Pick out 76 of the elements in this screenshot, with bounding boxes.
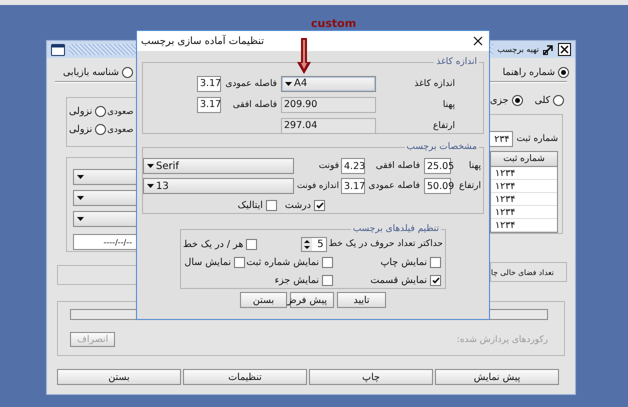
number-field[interactable]: 3.17: [197, 96, 221, 112]
check-icon: [316, 202, 324, 208]
dropdown[interactable]: [73, 169, 137, 185]
dropdown[interactable]: [73, 190, 137, 206]
paper-size-dropdown[interactable]: A4: [281, 76, 376, 92]
processed-label: رکوردهای پردازش شده:: [456, 334, 548, 344]
caret-icon: [77, 175, 84, 179]
caret-icon: [285, 82, 292, 86]
close-icon[interactable]: [558, 43, 571, 56]
label: فونت: [318, 161, 339, 171]
label: اندازه کاغذ: [413, 78, 455, 88]
window-icon: [51, 44, 65, 56]
max-chars-spinner[interactable]: 5: [300, 236, 327, 252]
annotation-label: custom: [311, 17, 356, 30]
number-field[interactable]: 3.17: [341, 178, 365, 194]
caret-icon: [77, 196, 84, 200]
radio-button[interactable]: شناسه بازیابی: [63, 64, 134, 81]
action-button[interactable]: بستن: [57, 369, 181, 385]
checkbox[interactable]: درشت: [284, 200, 325, 210]
dialog-button[interactable]: تایید: [337, 292, 386, 308]
radio-button[interactable]: جزی: [490, 95, 523, 106]
dropdown[interactable]: [73, 211, 137, 227]
label: شماره ثبت: [516, 134, 558, 144]
label: فاصله عمودی: [367, 181, 420, 191]
radio-button[interactable]: کلی: [534, 95, 564, 106]
checkbox[interactable]: نمایش سال: [183, 256, 245, 268]
checkbox[interactable]: نمایش جزء: [245, 274, 333, 286]
label: صعودی: [107, 124, 134, 134]
dialog-title: تنظیمات آماده سازی برچسب: [141, 36, 264, 46]
width-field: 209.90: [281, 96, 376, 112]
table-cell: ۱۲۳۴: [491, 180, 557, 193]
table-cell: ۱۲۳۴: [491, 167, 557, 180]
number-field[interactable]: 3.17: [197, 76, 221, 92]
number-field[interactable]: 50.09: [424, 178, 451, 194]
resize-icon[interactable]: [543, 44, 554, 55]
radio-button[interactable]: شماره راهنما: [502, 64, 569, 81]
action-button[interactable]: تنظیمات: [183, 369, 307, 385]
group-title: اندازه کاغذ: [435, 57, 478, 67]
down-arrow: [297, 38, 311, 74]
group-title: تنظیم فیلدهای برچسب: [352, 224, 440, 234]
label: صعودی: [107, 106, 134, 116]
label: فاصله عمودی: [225, 78, 277, 88]
caret-icon: [77, 217, 84, 221]
close-icon[interactable]: [473, 36, 483, 46]
label: اندازه فونت: [296, 181, 339, 191]
number-field[interactable]: 4.23: [341, 158, 365, 174]
table-cell: ۱۲۳۴: [491, 193, 557, 206]
column-header: شماره ثبت: [491, 152, 557, 167]
window-title: تهیه برچسب: [497, 45, 539, 54]
caret-icon: [147, 164, 154, 168]
number-field[interactable]: 25.05: [424, 158, 451, 174]
radio-button[interactable]: نزولی: [69, 106, 106, 117]
date-field[interactable]: ----/--/--: [73, 234, 137, 250]
checkbox[interactable]: نمایش قسمت: [333, 274, 441, 286]
dialog-button[interactable]: بستن: [240, 292, 287, 308]
label: پهنا: [442, 100, 455, 110]
caret-icon: [147, 184, 154, 188]
checkbox[interactable]: هر / در یک خط: [183, 238, 258, 250]
label: فاصله افقی: [374, 161, 420, 171]
action-button[interactable]: پیش نمایش: [435, 369, 559, 385]
checkbox[interactable]: نمایش چاپ: [333, 256, 441, 268]
label: ارتفاع: [458, 181, 481, 191]
checkbox[interactable]: نمایش شماره ثبت: [245, 256, 333, 268]
label: پهنا: [468, 161, 481, 171]
check-icon: [432, 276, 440, 284]
checkbox[interactable]: ایتالیک: [238, 200, 277, 210]
table-cell: ۱۲۳۴: [491, 206, 557, 219]
font-dropdown[interactable]: Serif: [143, 158, 294, 174]
label: حداکتر تعداد حروف در یک خط: [328, 239, 443, 249]
radio-button[interactable]: نزولی: [69, 124, 106, 135]
label: ارتفاع: [432, 120, 455, 130]
font-size-dropdown[interactable]: 13: [143, 178, 294, 194]
action-button[interactable]: چاپ: [309, 369, 433, 385]
table-cell: ۱۲۳۴: [491, 219, 557, 232]
height-field: 297.04: [281, 118, 376, 134]
label: فاصله افقی: [232, 100, 277, 110]
